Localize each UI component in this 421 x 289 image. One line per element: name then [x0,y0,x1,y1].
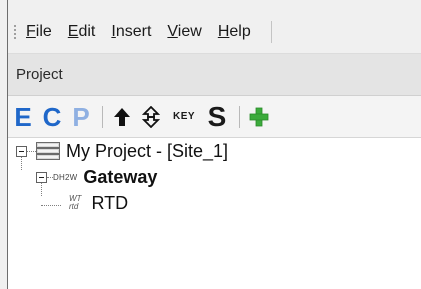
toolbar-p-button[interactable]: P [70,102,92,132]
tree-connector [41,204,61,206]
tree-rtd-label: RTD [91,192,129,213]
menu-insert[interactable]: Insert [111,23,151,41]
menu-view[interactable]: View [167,23,201,41]
arrow-up-icon[interactable] [111,102,133,132]
toolbar-separator-2 [239,105,240,128]
menu-grip-handle[interactable] [12,24,18,39]
collapse-toggle-icon[interactable] [16,145,27,157]
menu-separator [270,20,272,43]
tree-connector [27,150,36,152]
menu-bar: File Edit Insert View Help [8,0,421,54]
toolbar-c-button[interactable]: C [40,102,64,132]
tree-gateway-label: Gateway [83,166,158,187]
menu-edit[interactable]: Edit [68,23,96,41]
gateway-type-tag: DH2W [53,172,78,182]
add-icon[interactable] [248,102,270,132]
menu-help[interactable]: Help [218,23,251,41]
application-window: File Edit Insert View Help Project E C P… [0,0,421,289]
server-icon [36,142,60,160]
menu-file[interactable]: File [26,23,52,41]
double-arrow-icon[interactable] [139,102,163,132]
rtd-tag-bottom: rtd [69,202,79,211]
toolbar-e-button[interactable]: E [12,102,34,132]
toolbar-key-button[interactable]: KEY [169,102,199,132]
project-toolbar: E C P KEY S [8,96,421,138]
tree-node-root[interactable]: My Project - [Site_1] [16,138,228,164]
toolbar-s-button[interactable]: S [205,102,229,132]
rtd-type-tag: WT rtd [69,195,81,211]
toolbar-separator [102,105,103,128]
tree-root-label: My Project - [Site_1] [66,140,229,161]
tree-node-gateway[interactable]: DH2W Gateway [36,164,157,190]
project-panel-title: Project [8,54,421,96]
project-tree: My Project - [Site_1] DH2W Gateway WT rt… [8,138,421,289]
tree-node-rtd[interactable]: WT rtd RTD [41,190,128,216]
collapse-toggle-icon[interactable] [36,171,47,183]
